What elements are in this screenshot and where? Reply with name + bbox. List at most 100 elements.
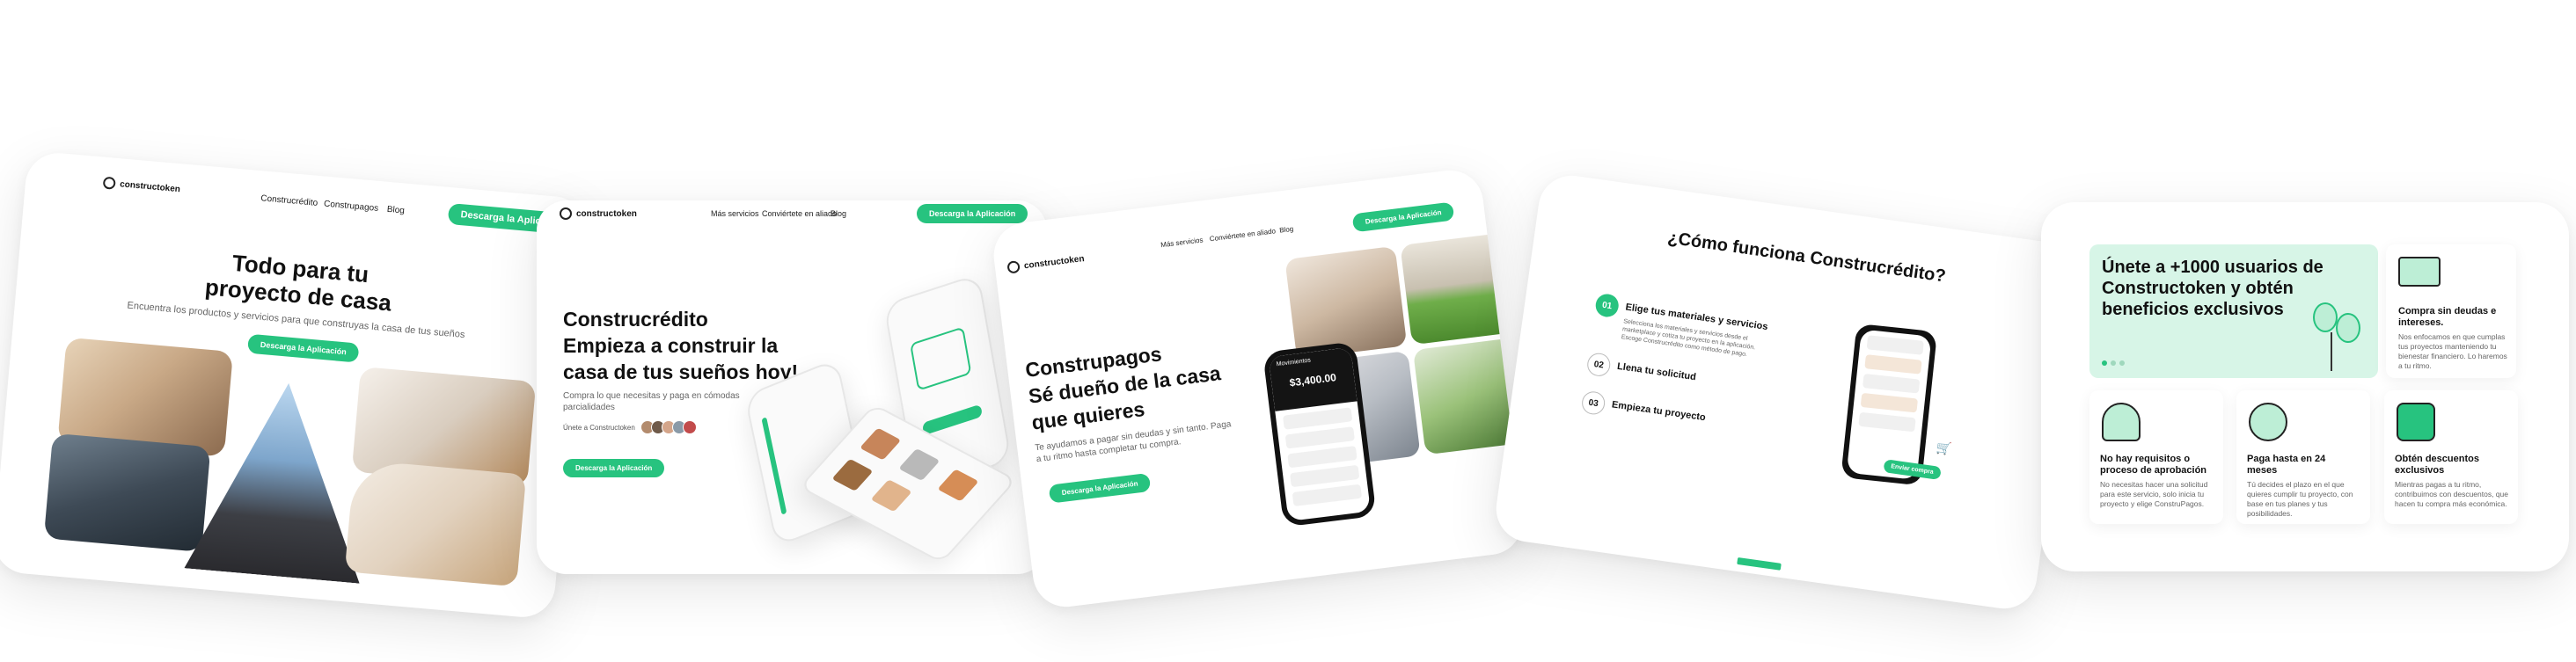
brand-logo[interactable]: constructoken xyxy=(560,207,637,220)
benefit-title-line-2: intereses. xyxy=(2398,317,2444,328)
logo-icon xyxy=(1006,260,1021,274)
benefit-card-no-debt: Compra sin deudas e intereses. Nos enfoc… xyxy=(2386,244,2516,378)
section-title: ¿Cómo funciona Construcrédito? xyxy=(1666,228,1947,287)
download-app-button[interactable]: Descarga la Aplicación xyxy=(917,204,1028,223)
slider-dot[interactable] xyxy=(2111,360,2116,366)
catalog-item xyxy=(860,427,902,461)
download-app-button[interactable]: Descarga la Aplicación xyxy=(1351,201,1455,233)
cart-row xyxy=(1862,373,1921,394)
step-label: Llena tu solicitud xyxy=(1616,360,1697,383)
benefit-title: Paga hasta en 24 meses xyxy=(2247,454,2361,476)
cart-row xyxy=(1866,335,1924,355)
landing-card-benefits: Únete a +1000 usuarios de Constructoken … xyxy=(2041,202,2569,571)
photo-house-lawn xyxy=(1400,232,1518,346)
nav-link-aliado[interactable]: Conviértete en aliado xyxy=(762,209,837,218)
pagination-indicator[interactable] xyxy=(1737,557,1782,571)
transaction-row xyxy=(1292,484,1363,507)
nav-link-blog[interactable]: Blog xyxy=(831,209,846,218)
phone-header: Movimientos $3,400.00 xyxy=(1268,346,1358,411)
benefit-title-line-1: Compra sin deudas e xyxy=(2398,306,2497,316)
step-number-badge: 02 xyxy=(1585,352,1612,378)
benefit-title-line-1: No hay requisitos o xyxy=(2100,454,2191,464)
logo-icon xyxy=(560,207,572,220)
benefit-title-line-1: Obtén descuentos xyxy=(2395,454,2479,464)
benefit-card-discounts: Obtén descuentos exclusivos Mientras pag… xyxy=(2384,390,2518,524)
landing-card-construpagos: constructoken Más servicios Conviértete … xyxy=(990,166,1526,611)
hero-subtitle-line-1: Compra lo que necesitas y paga en cómoda… xyxy=(563,391,740,401)
cart-row xyxy=(1860,392,1919,413)
step-label: Empieza tu proyecto xyxy=(1611,399,1707,424)
hero-download-button[interactable]: Descarga la Aplicación xyxy=(246,333,360,363)
hero-subtitle: Compra lo que necesitas y paga en cómoda… xyxy=(563,390,740,413)
transaction-row xyxy=(1282,407,1353,430)
benefit-text: Nos enfocamos en que cumplas tus proyect… xyxy=(2398,332,2507,370)
benefit-title: Obtén descuentos exclusivos xyxy=(2395,454,2509,476)
benefit-text: Tú decides el plazo en el que quieres cu… xyxy=(2247,480,2353,518)
cart-row xyxy=(1864,354,1922,375)
benefits-hero-title-line-3: beneficios exclusivos xyxy=(2102,300,2284,319)
balloons-illustration-icon xyxy=(2304,297,2366,373)
slider-dot[interactable] xyxy=(2102,360,2107,366)
benefits-hero-title-line-2: Constructoken y obtén xyxy=(2102,279,2294,298)
landing-card-construcredito: constructoken Más servicios Conviértete … xyxy=(537,200,1047,574)
phone-screen xyxy=(1846,329,1932,480)
benefit-title-line-2: meses xyxy=(2247,465,2278,476)
hero-title-line-2: Empieza a construir la xyxy=(563,334,779,357)
benefits-hero-banner: Únete a +1000 usuarios de Constructoken … xyxy=(2089,244,2378,378)
person-tag-illustration-icon xyxy=(2397,403,2435,441)
mockup-screen-bar xyxy=(761,417,787,515)
users-join-label: Únete a Constructoken xyxy=(563,423,635,432)
catalog-item xyxy=(937,469,979,502)
phone-header-title: Movimientos xyxy=(1276,357,1312,368)
balloon xyxy=(2313,302,2338,332)
person-coins-illustration-icon xyxy=(2249,403,2287,441)
nav-link-mas-servicios[interactable]: Más servicios xyxy=(711,209,759,218)
calendar-illustration-icon xyxy=(2398,257,2441,287)
step-2: 02 Llena tu solicitud xyxy=(1585,352,1798,383)
avatar-stack xyxy=(640,420,697,434)
nav-link-aliado[interactable]: Conviértete en aliado xyxy=(1209,227,1276,243)
balloon xyxy=(2336,313,2360,343)
logo-text: constructoken xyxy=(1023,253,1086,271)
brand-logo[interactable]: constructoken xyxy=(102,176,181,196)
transaction-row xyxy=(1287,445,1358,469)
step-number-badge: 03 xyxy=(1580,389,1606,417)
landing-card-home: constructoken Construcrédito Construpago… xyxy=(0,150,589,620)
catalog-item xyxy=(898,447,940,482)
nav-link-mas-servicios[interactable]: Más servicios xyxy=(1160,236,1204,249)
benefit-title-line-2: proceso de aprobación xyxy=(2100,465,2207,476)
step-1: 01 Elige tus materiales y servicios Sele… xyxy=(1594,292,1807,358)
transaction-row xyxy=(1284,426,1356,449)
transaction-row xyxy=(1290,464,1360,488)
hero-title-line-3: casa de tus sueños hoy! xyxy=(563,360,799,383)
cart-row xyxy=(1858,411,1916,433)
benefits-hero-title: Únete a +1000 usuarios de Constructoken … xyxy=(2102,257,2324,320)
logo-text: constructoken xyxy=(576,208,637,219)
hero-download-button[interactable]: Descarga la Aplicación xyxy=(563,459,665,477)
benefit-title: Compra sin deudas e intereses. xyxy=(2398,306,2507,329)
benefit-title: No hay requisitos o proceso de aprobació… xyxy=(2100,454,2214,476)
avatar xyxy=(682,420,697,434)
nav-link-construcredito[interactable]: Construcrédito xyxy=(260,193,318,208)
benefit-title-line-2: exclusivos xyxy=(2395,465,2445,476)
slider-dot[interactable] xyxy=(2119,360,2125,366)
logo-text: constructoken xyxy=(119,178,181,194)
benefit-text: Mientras pagas a tu ritmo, contribuimos … xyxy=(2395,480,2508,508)
hero-title: Construpagos Sé dueño de la casa que qui… xyxy=(1024,333,1226,435)
step-3: 03 Empieza tu proyecto xyxy=(1580,389,1793,423)
nav-link-blog[interactable]: Blog xyxy=(1279,225,1294,235)
benefit-card-no-requirements: No hay requisitos o proceso de aprobació… xyxy=(2089,390,2223,524)
hero-download-button[interactable]: Descarga la Aplicación xyxy=(1048,472,1152,504)
hero-title-line-1: Construcrédito xyxy=(563,308,708,331)
nav-link-blog[interactable]: Blog xyxy=(386,205,405,216)
phone-screen: Movimientos $3,400.00 xyxy=(1268,346,1371,521)
photo-kitchen xyxy=(1284,245,1408,360)
brand-logo[interactable]: constructoken xyxy=(1006,252,1085,274)
cart-icon: 🛒 xyxy=(1935,440,1953,456)
slider-dots[interactable] xyxy=(2102,360,2125,366)
mockup-screen-bar xyxy=(921,404,983,436)
benefit-text: No necesitas hacer una solicitud para es… xyxy=(2100,480,2208,508)
catalog-item xyxy=(870,479,912,513)
benefit-card-24-months: Paga hasta en 24 meses Tú decides el pla… xyxy=(2236,390,2370,524)
nav-link-construpagos[interactable]: Construpagos xyxy=(324,200,379,214)
